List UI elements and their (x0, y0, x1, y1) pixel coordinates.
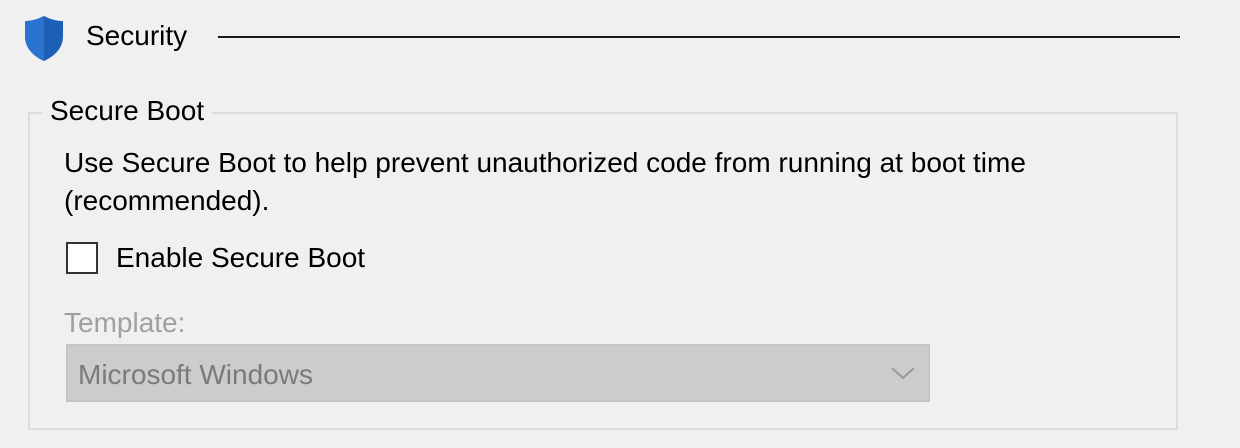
security-settings-page: Security Secure Boot Use Secure Boot to … (0, 0, 1240, 448)
enable-secure-boot-checkbox[interactable]: Enable Secure Boot (66, 240, 365, 276)
section-title: Security (86, 20, 188, 51)
enable-secure-boot-label[interactable]: Enable Secure Boot (116, 241, 365, 275)
template-label: Template: (64, 307, 186, 338)
secure-boot-group-label: Secure Boot (42, 94, 213, 128)
secure-boot-description: Use Secure Boot to help prevent unauthor… (64, 147, 1026, 216)
section-divider (218, 36, 1180, 38)
template-selected-value: Microsoft Windows (78, 359, 313, 390)
template-dropdown: Microsoft Windows (66, 344, 930, 402)
chevron-down-icon (890, 364, 916, 382)
section-header: Security (22, 10, 1182, 62)
checkbox-box[interactable] (66, 242, 98, 274)
shield-icon (22, 14, 66, 62)
